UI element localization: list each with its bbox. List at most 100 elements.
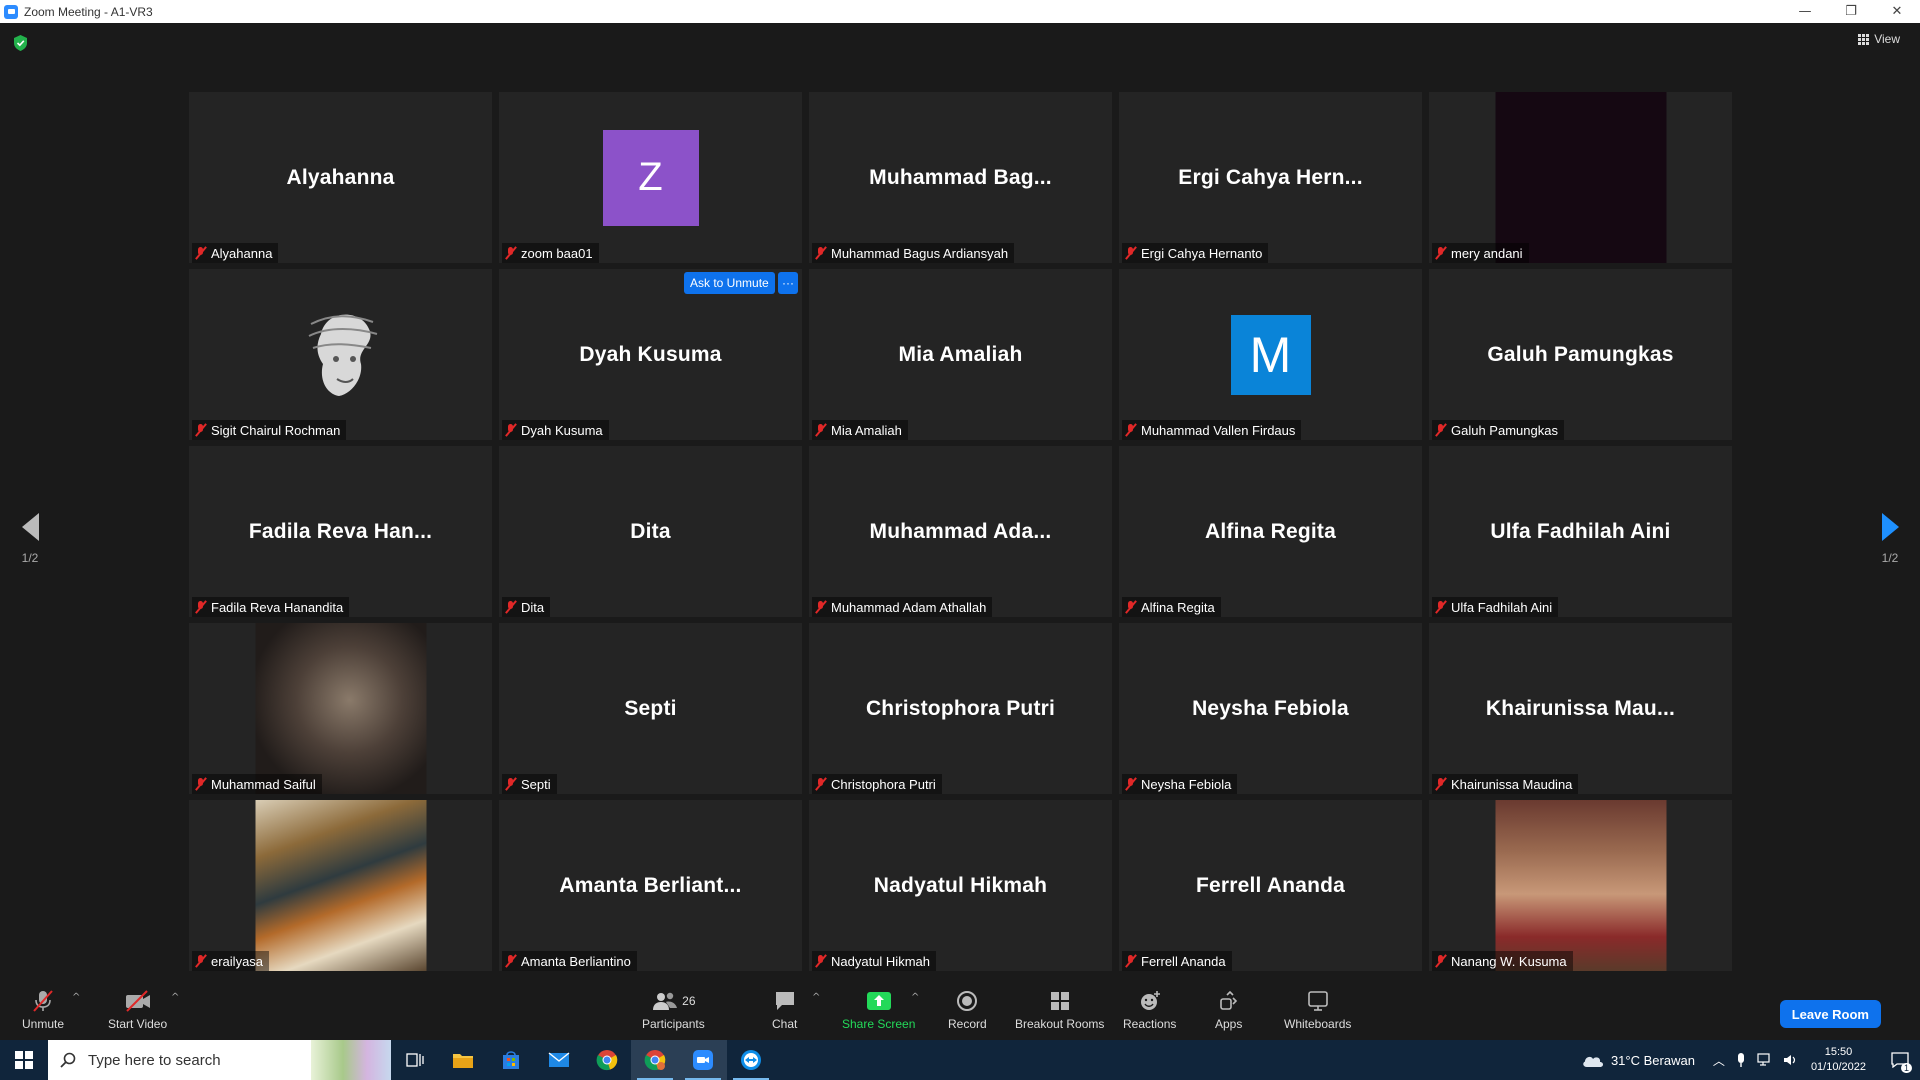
participant-display-name: Septi	[624, 696, 677, 720]
record-button[interactable]: Record	[948, 988, 987, 1031]
share-options-caret[interactable]: ^	[911, 992, 919, 1003]
leave-room-button[interactable]: Leave Room	[1779, 1000, 1881, 1028]
page-indicator-left: 1/2	[21, 551, 39, 565]
tile-more-button[interactable]: ···	[778, 272, 798, 294]
chrome-icon	[596, 1050, 618, 1071]
chat-options-caret[interactable]: ^	[812, 992, 820, 1003]
participant-tile[interactable]: Dita Dita	[499, 446, 802, 617]
participant-name: zoom baa01	[521, 245, 593, 261]
minimize-button[interactable]: —	[1782, 0, 1828, 23]
participants-button[interactable]: 26 Participants	[642, 988, 705, 1031]
unmute-button[interactable]: Unmute	[22, 988, 64, 1031]
taskbar-chrome[interactable]	[583, 1040, 631, 1080]
prev-page-button[interactable]: 1/2	[15, 513, 45, 565]
participant-name: Nadyatul Hikmah	[831, 953, 930, 969]
video-options-caret[interactable]: ^	[171, 992, 179, 1003]
weather-text[interactable]: 31°C Berawan	[1611, 1053, 1695, 1068]
participant-tile[interactable]: Nanang W. Kusuma	[1429, 800, 1732, 971]
taskbar-mail[interactable]	[535, 1040, 583, 1080]
record-label: Record	[948, 1017, 987, 1031]
participant-name-label: Neysha Febiola	[1122, 774, 1238, 794]
video-off-icon	[123, 988, 153, 1014]
mic-muted-icon	[815, 600, 827, 614]
participant-tile[interactable]: Sigit Chairul Rochman	[189, 269, 492, 440]
breakout-rooms-button[interactable]: Breakout Rooms	[1015, 988, 1104, 1031]
mic-muted-icon	[1125, 423, 1137, 437]
participant-tile[interactable]: Ulfa Fadhilah Aini Ulfa Fadhilah Aini	[1429, 446, 1732, 617]
chat-button[interactable]: Chat	[772, 988, 797, 1031]
mic-muted-icon	[1435, 246, 1447, 260]
participant-tile[interactable]: Khairunissa Mau... Khairunissa Maudina	[1429, 623, 1732, 794]
participant-tile[interactable]: M Muhammad Vallen Firdaus	[1119, 269, 1422, 440]
audio-options-caret[interactable]: ^	[72, 992, 80, 1003]
clock[interactable]: 15:50 01/10/2022	[1811, 1045, 1866, 1075]
share-screen-button[interactable]: Share Screen	[842, 988, 915, 1031]
mic-muted-icon	[30, 988, 56, 1014]
chat-label: Chat	[772, 1017, 798, 1031]
microphone-icon[interactable]	[1735, 1052, 1747, 1068]
whiteboards-button[interactable]: Whiteboards	[1284, 988, 1351, 1031]
apps-button[interactable]: Apps	[1215, 988, 1242, 1031]
weather-cloud-icon	[1583, 1056, 1603, 1067]
mic-muted-icon	[815, 246, 827, 260]
grid-view-icon	[1858, 33, 1870, 45]
participant-tile[interactable]: Neysha Febiola Neysha Febiola	[1119, 623, 1422, 794]
participant-tile[interactable]: Ergi Cahya Hern... Ergi Cahya Hernanto	[1119, 92, 1422, 263]
start-video-button[interactable]: Start Video	[108, 988, 167, 1031]
participant-tile[interactable]: Mia Amaliah Mia Amaliah	[809, 269, 1112, 440]
participant-tile[interactable]: Galuh Pamungkas Galuh Pamungkas	[1429, 269, 1732, 440]
participant-tile[interactable]: Amanta Berliant... Amanta Berliantino	[499, 800, 802, 971]
participant-tile[interactable]: Alyahanna Alyahanna	[189, 92, 492, 263]
participant-display-name: Ulfa Fadhilah Aini	[1490, 519, 1671, 543]
participant-tile[interactable]: Muhammad Ada... Muhammad Adam Athallah	[809, 446, 1112, 617]
mic-muted-icon	[505, 600, 517, 614]
participant-name: Mia Amaliah	[831, 422, 902, 438]
network-icon[interactable]	[1757, 1053, 1773, 1067]
participant-tile[interactable]: Alfina Regita Alfina Regita	[1119, 446, 1422, 617]
participant-display-name: Ergi Cahya Hern...	[1178, 165, 1363, 189]
participant-tile[interactable]: Septi Septi	[499, 623, 802, 794]
start-button[interactable]	[0, 1040, 48, 1080]
participant-name-label: mery andani	[1432, 243, 1529, 263]
security-shield-icon[interactable]	[13, 35, 28, 51]
taskbar-store[interactable]	[487, 1040, 535, 1080]
notification-center-button[interactable]: 1	[1880, 1040, 1920, 1080]
participant-tile[interactable]: Muhammad Bag... Muhammad Bagus Ardiansyah	[809, 92, 1112, 263]
taskbar-search[interactable]: Type here to search	[48, 1040, 391, 1080]
participant-name-label: Muhammad Adam Athallah	[812, 597, 993, 617]
volume-icon[interactable]	[1783, 1053, 1799, 1067]
mic-muted-icon	[1435, 423, 1447, 437]
participant-name: Septi	[521, 776, 551, 792]
ask-to-unmute-button[interactable]: Ask to Unmute	[684, 272, 775, 294]
participant-tile[interactable]: Zzoom baa01	[499, 92, 802, 263]
participant-tile[interactable]: Christophora Putri Christophora Putri	[809, 623, 1112, 794]
task-view-button[interactable]	[391, 1040, 439, 1080]
participant-name: Amanta Berliantino	[521, 953, 631, 969]
participant-display-name: Mia Amaliah	[898, 342, 1023, 366]
participant-tile[interactable]: Dyah Kusuma Dyah Kusuma	[499, 269, 802, 440]
apps-icon	[1218, 988, 1240, 1014]
participant-name-label: Fadila Reva Hanandita	[192, 597, 350, 617]
chevron-up-icon[interactable]: ︿	[1713, 1052, 1725, 1069]
participant-name-label: Ferrell Ananda	[1122, 951, 1232, 971]
taskbar-teamviewer[interactable]	[727, 1040, 775, 1080]
participant-tile[interactable]: Muhammad Saiful	[189, 623, 492, 794]
view-button[interactable]: View	[1858, 32, 1900, 46]
participant-tile[interactable]: Ferrell Ananda Ferrell Ananda	[1119, 800, 1422, 971]
taskbar-zoom[interactable]	[679, 1040, 727, 1080]
participants-icon: 26	[651, 988, 696, 1014]
participant-tile[interactable]: Fadila Reva Han... Fadila Reva Hanandita	[189, 446, 492, 617]
taskbar-chrome-profile[interactable]	[631, 1040, 679, 1080]
participant-name-label: Khairunissa Maudina	[1432, 774, 1579, 794]
restore-button[interactable]: ❐	[1828, 0, 1874, 23]
chrome-profile-icon	[644, 1050, 666, 1071]
taskbar-file-explorer[interactable]	[439, 1040, 487, 1080]
mic-muted-icon	[195, 777, 207, 791]
participant-tile[interactable]: Nadyatul Hikmah Nadyatul Hikmah	[809, 800, 1112, 971]
next-page-button[interactable]: 1/2	[1875, 513, 1905, 565]
participant-tile[interactable]: erailyasa	[189, 800, 492, 971]
reactions-icon	[1138, 988, 1162, 1014]
reactions-button[interactable]: Reactions	[1123, 988, 1176, 1031]
close-button[interactable]: ✕	[1874, 0, 1920, 23]
participant-tile[interactable]: mery andani	[1429, 92, 1732, 263]
